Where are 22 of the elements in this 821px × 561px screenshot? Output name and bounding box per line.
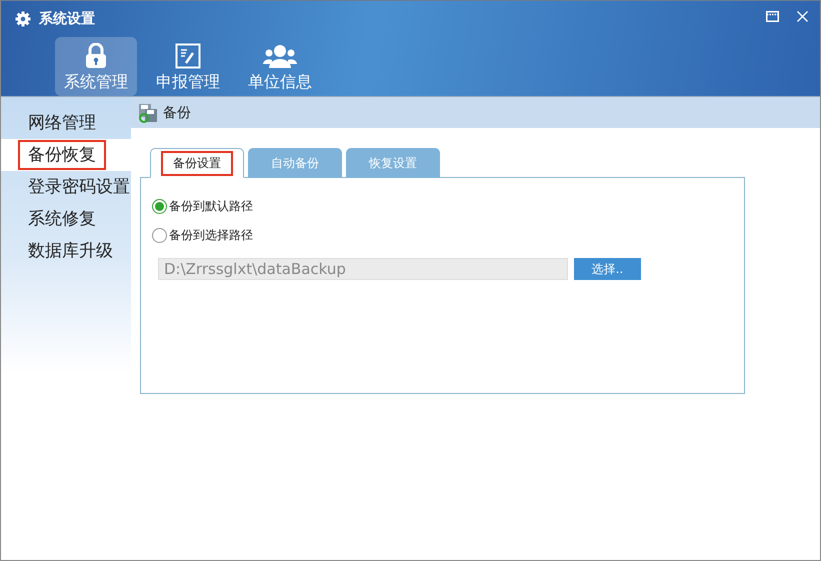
lock-icon (85, 43, 107, 69)
restore-icon[interactable] (766, 11, 779, 22)
radio-button[interactable] (152, 228, 167, 243)
close-icon[interactable] (797, 11, 808, 22)
sidebar-item[interactable]: 数据库升级 (1, 235, 131, 267)
radio-button[interactable] (152, 199, 167, 214)
edit-document-icon (175, 43, 201, 69)
gear-icon (15, 11, 31, 27)
nav-tab[interactable]: 单位信息 (239, 37, 321, 96)
sidebar-item[interactable]: 系统修复 (1, 203, 131, 235)
window-title: 系统设置 (39, 10, 95, 28)
tab[interactable]: 备份设置 (150, 148, 244, 178)
sidebar-item[interactable]: 备份恢复 (1, 139, 131, 171)
nav-tab[interactable]: 系统管理 (55, 37, 137, 96)
section-title: 备份 (163, 104, 191, 122)
nav-tab[interactable]: 申报管理 (147, 37, 229, 96)
users-icon (263, 44, 297, 68)
radio-option[interactable]: 备份到选择路径 (152, 221, 744, 250)
floppy-disk-icon (138, 102, 158, 122)
radio-option[interactable]: 备份到默认路径 (152, 192, 744, 221)
sidebar-item[interactable]: 登录密码设置 (1, 171, 131, 203)
sidebar-item[interactable]: 网络管理 (1, 107, 131, 139)
